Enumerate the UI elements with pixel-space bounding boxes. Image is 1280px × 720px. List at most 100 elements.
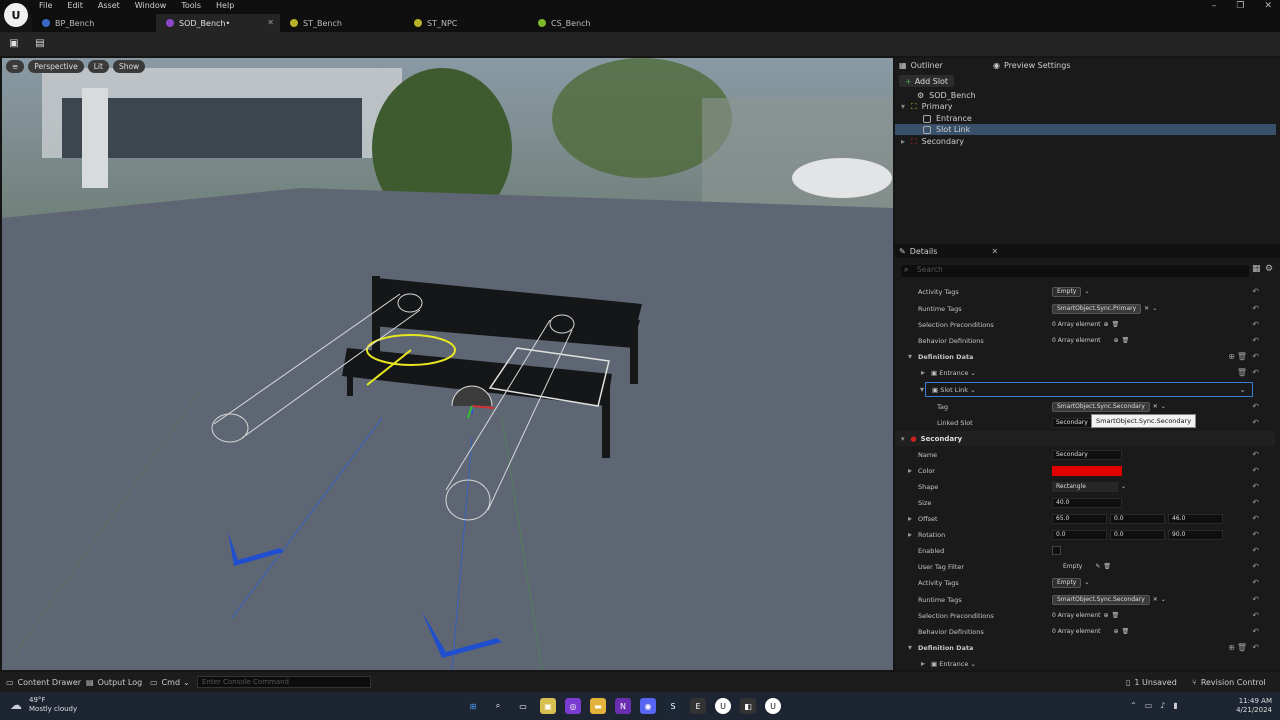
add-slot-button[interactable]: + Add Slot — [899, 75, 955, 87]
offset-z-field[interactable]: 46.0 — [1168, 513, 1223, 524]
unreal-logo-icon[interactable]: U — [4, 3, 28, 27]
chevron-right-icon[interactable]: ▸ — [908, 466, 912, 475]
content-drawer-button[interactable]: ▭ Content Drawer — [6, 675, 81, 689]
trash-icon[interactable]: 🗑 — [1237, 352, 1247, 361]
windows-start-icon[interactable]: ⊞ — [465, 698, 481, 714]
browse-icon[interactable]: ▤ — [34, 38, 46, 50]
maximize-icon[interactable]: ❐ — [1236, 1, 1244, 11]
trash-icon[interactable]: 🗑 — [1112, 612, 1120, 619]
reset-icon[interactable]: ↶ — [1252, 418, 1259, 427]
add-icon[interactable]: ⊕ — [1114, 337, 1119, 344]
close-tab-icon[interactable]: ✕ — [267, 18, 274, 27]
reset-icon[interactable]: ↶ — [1252, 530, 1259, 539]
tag-chip[interactable]: Empty — [1052, 577, 1082, 588]
network-icon[interactable]: ▭ — [1145, 701, 1153, 710]
reset-icon[interactable]: ↶ — [1252, 627, 1259, 636]
minimize-icon[interactable]: – — [1212, 1, 1217, 11]
file-explorer-icon[interactable]: ▬ — [590, 698, 606, 714]
reset-icon[interactable]: ↶ — [1252, 578, 1259, 587]
tab-sod-bench[interactable]: SOD_Bench• ✕ — [156, 14, 280, 32]
weather-widget[interactable]: 49°F Mostly cloudy — [29, 696, 77, 714]
chevron-right-icon[interactable]: ▸ — [908, 530, 912, 539]
viewport[interactable]: ≡ Perspective Lit Show — [2, 58, 893, 670]
slot-link-row[interactable]: ▾ ▣ Slot Link ⌄ ⌄ — [920, 382, 1253, 397]
menu-tools[interactable]: Tools — [181, 1, 201, 10]
definition-data-row-2[interactable]: ▾ Definition Data ⊕ 🗑 ↶ — [895, 640, 1275, 655]
settings-icon[interactable]: ⚙ — [1265, 264, 1273, 274]
reset-icon[interactable]: ↶ — [1252, 402, 1259, 411]
remove-tag-icon[interactable]: ✕ — [1144, 305, 1149, 312]
unsaved-indicator[interactable]: ▯ 1 Unsaved — [1126, 675, 1177, 689]
clock[interactable]: 11:49 AM 4/21/2024 — [1236, 697, 1272, 715]
reset-icon[interactable]: ↶ — [1252, 466, 1259, 475]
lit-button[interactable]: Lit — [87, 60, 109, 73]
viewport-menu-icon[interactable]: ≡ — [6, 60, 25, 73]
color-swatch[interactable] — [1052, 465, 1122, 476]
chevron-down-icon[interactable]: ⌄ — [1084, 288, 1089, 295]
secondary-section[interactable]: ▾ ● Secondary — [895, 431, 1275, 446]
reset-icon[interactable]: ↶ — [1252, 320, 1259, 329]
chevron-up-icon[interactable]: ⌃ — [1130, 701, 1137, 710]
details-search-input[interactable]: Search — [901, 265, 1249, 277]
epic-games-icon[interactable]: E — [690, 698, 706, 714]
trash-icon[interactable]: 🗑 — [1112, 321, 1120, 328]
reset-icon[interactable]: ↶ — [1252, 514, 1259, 523]
save-icon[interactable]: ▣ — [8, 38, 20, 50]
remove-tag-icon[interactable]: ✕ — [1153, 403, 1158, 410]
add-icon[interactable]: ⊕ — [1104, 321, 1109, 328]
outliner-tab[interactable]: ▦ Outliner — [899, 58, 943, 72]
menu-window[interactable]: Window — [135, 1, 167, 10]
reset-icon[interactable]: ↶ — [1252, 287, 1259, 296]
steam-icon[interactable]: S — [665, 698, 681, 714]
outliner-item-primary[interactable]: ▾ ⛶ Primary — [895, 101, 1276, 112]
name-field[interactable]: Secondary — [1052, 449, 1122, 460]
reset-icon[interactable]: ↶ — [1252, 498, 1259, 507]
app-icon[interactable]: ◎ — [565, 698, 581, 714]
volume-icon[interactable]: ♪ — [1160, 701, 1165, 710]
menu-help[interactable]: Help — [216, 1, 234, 10]
outliner-item-sod-bench[interactable]: ⚙ SOD_Bench — [895, 90, 1276, 101]
trash-icon[interactable]: 🗑 — [1122, 337, 1130, 344]
unreal-engine-icon[interactable]: U — [715, 698, 731, 714]
outliner-item-secondary[interactable]: ▸ ⛶ Secondary — [895, 136, 1276, 147]
tag-chip[interactable]: SmartObject.Sync.Secondary — [1052, 594, 1150, 605]
reset-icon[interactable]: ↶ — [1252, 562, 1259, 571]
revision-control-button[interactable]: ⑂ Revision Control — [1192, 675, 1266, 689]
tab-bp-bench[interactable]: BP_Bench — [32, 14, 156, 32]
offset-x-field[interactable]: 65.0 — [1052, 513, 1107, 524]
task-view-icon[interactable]: ▭ — [515, 698, 531, 714]
search-icon[interactable]: ⌕ — [490, 698, 506, 714]
reset-icon[interactable]: ↶ — [1252, 450, 1259, 459]
outliner-item-entrance[interactable]: Entrance — [895, 113, 1276, 124]
reset-icon[interactable]: ↶ — [1252, 643, 1259, 652]
details-tab[interactable]: ✎ Details ✕ — [899, 244, 998, 258]
chevron-down-icon[interactable]: ⌄ — [1161, 403, 1166, 410]
trash-icon[interactable]: 🗑 — [1103, 563, 1111, 570]
reset-icon[interactable]: ↶ — [1252, 336, 1259, 345]
tab-st-bench[interactable]: ST_Bench — [280, 14, 404, 32]
edit-icon[interactable]: ✎ — [1095, 563, 1100, 570]
linked-slot-field[interactable]: Secondary — [1052, 417, 1092, 428]
reset-icon[interactable]: ↶ — [1252, 304, 1259, 313]
table-view-icon[interactable]: ▦ — [1252, 264, 1261, 274]
reset-icon[interactable]: ↶ — [1252, 368, 1259, 377]
tag-chip[interactable]: SmartObject.Sync.Secondary — [1052, 401, 1150, 412]
output-log-button[interactable]: ▤ Output Log — [86, 675, 142, 689]
chevron-down-icon[interactable]: ⌄ — [1084, 579, 1089, 586]
console-input[interactable]: Enter Console Command — [197, 676, 371, 688]
chevron-down-icon[interactable]: ⌄ — [1239, 385, 1246, 394]
menu-asset[interactable]: Asset — [98, 1, 120, 10]
close-icon[interactable]: ✕ — [1264, 1, 1272, 11]
battery-icon[interactable]: ▮ — [1173, 701, 1177, 710]
entrance-row-2[interactable]: ▸ ▣ Entrance ⌄ — [895, 656, 1275, 671]
trash-icon[interactable]: 🗑 — [1237, 643, 1247, 652]
rotation-y-field[interactable]: 0.0 — [1110, 529, 1165, 540]
reset-icon[interactable]: ↶ — [1252, 482, 1259, 491]
tag-chip[interactable]: Empty — [1052, 286, 1082, 297]
show-button[interactable]: Show — [112, 60, 146, 73]
entrance-row[interactable]: ▸ ▣ Entrance ⌄ 🗑 ↶ — [895, 365, 1275, 380]
rotation-x-field[interactable]: 0.0 — [1052, 529, 1107, 540]
chevron-right-icon[interactable]: ▸ — [908, 514, 912, 523]
definition-data-row[interactable]: ▾ Definition Data ⊕ 🗑 ↶ — [895, 349, 1275, 364]
add-icon[interactable]: ⊕ — [1114, 628, 1119, 635]
